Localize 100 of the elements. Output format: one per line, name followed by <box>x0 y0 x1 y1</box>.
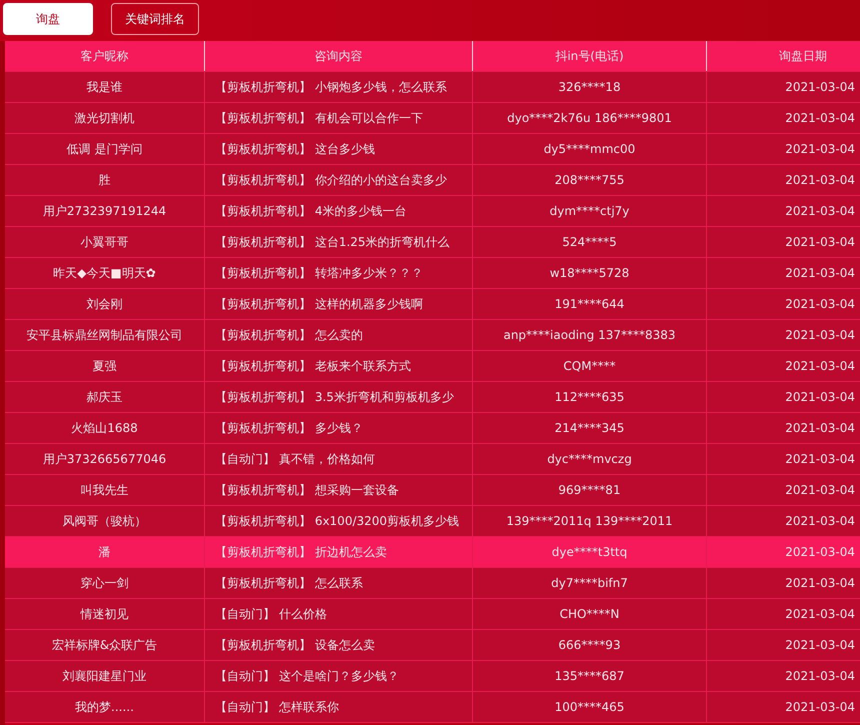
date-cell-text: 2021-03-04 <box>784 575 856 592</box>
date-cell-text: 2021-03-04 <box>784 482 856 499</box>
column-header: 客户昵称 <box>5 41 205 71</box>
contact-cell: dy5****mmc00 <box>473 134 707 164</box>
date-cell-text: 2021-03-04 <box>784 203 856 220</box>
contact-cell: 524****5 <box>473 227 707 257</box>
table-row[interactable]: 风阀哥（骏杭） 【剪板机折弯机】 6x100/3200剪板机多少钱 139****2011q 139****2011 2021-03-04 <box>5 506 860 537</box>
inquiry-content-cell: 【剪板机折弯机】 想采购一套设备 <box>205 475 473 505</box>
customer-name-cell: 郝庆玉 <box>5 382 205 412</box>
table-row[interactable]: 我是谁 【剪板机折弯机】 小钢炮多少钱，怎么联系 326****18 2021-03-04 <box>5 72 860 103</box>
customer-name-cell: 刘襄阳建星门业 <box>5 661 205 691</box>
customer-name-cell: 叫我先生 <box>5 475 205 505</box>
contact-cell: 112****635 <box>473 382 707 412</box>
contact-cell: w18****5728 <box>473 258 707 288</box>
contact-cell: 666****93 <box>473 630 707 660</box>
contact-cell: CHO****N <box>473 599 707 629</box>
date-cell-text: 2021-03-04 <box>784 110 856 127</box>
column-header: 抖in号(电话) <box>473 41 707 71</box>
date-cell-text: 2021-03-04 <box>784 172 856 189</box>
customer-name-cell: 火焰山1688 <box>5 413 205 443</box>
date-cell-text: 2021-03-04 <box>784 327 856 344</box>
date-cell-text: 2021-03-04 <box>784 606 856 623</box>
inquiry-content-cell: 【剪板机折弯机】 小钢炮多少钱，怎么联系 <box>205 72 473 102</box>
date-cell-text: 2021-03-04 <box>784 296 856 313</box>
tab[interactable]: 询盘 <box>3 3 93 35</box>
inquiry-content-cell: 【剪板机折弯机】 这台多少钱 <box>205 134 473 164</box>
contact-cell: dym****ctj7y <box>473 196 707 226</box>
customer-name-cell: 风阀哥（骏杭） <box>5 506 205 536</box>
contact-cell: 135****687 <box>473 661 707 691</box>
table-row[interactable]: 郝庆玉 【剪板机折弯机】 3.5米折弯机和剪板机多少 112****635 2021-03-04 <box>5 382 860 413</box>
customer-name-cell: 小翼哥哥 <box>5 227 205 257</box>
inquiry-content-cell: 【剪板机折弯机】 多少钱？ <box>205 413 473 443</box>
table-row[interactable]: 夏强 【剪板机折弯机】 老板来个联系方式 CQM**** 2021-03-04 <box>5 351 860 382</box>
inquiry-content-cell: 【剪板机折弯机】 6x100/3200剪板机多少钱 <box>205 506 473 536</box>
date-cell-text: 2021-03-04 <box>784 668 856 685</box>
table-row[interactable]: 穿心一剑 【剪板机折弯机】 怎么联系 dy7****bifn7 2021-03-04 <box>5 568 860 599</box>
date-cell-text: 2021-03-04 <box>784 234 856 251</box>
table-row[interactable]: 昨天◆今天■明天✿ 【剪板机折弯机】 转塔冲多少米？？？ w18****5728 2021-03-04 <box>5 258 860 289</box>
inquiry-content-cell: 【自动门】 怎样联系你 <box>205 692 473 722</box>
table-row[interactable]: 用户2732397191244 【剪板机折弯机】 4米的多少钱一台 dym****ctj7y 2021-03-04 <box>5 196 860 227</box>
inquiry-content-cell: 【自动门】 什么价格 <box>205 599 473 629</box>
column-header: 咨询内容 <box>205 41 473 71</box>
table-row[interactable]: 潘 【剪板机折弯机】 折边机怎么卖 dye****t3ttq 2021-03-04 <box>5 537 860 568</box>
table-row[interactable]: 小翼哥哥 【剪板机折弯机】 这台1.25米的折弯机什么 524****5 2021-03-04 <box>5 227 860 258</box>
customer-name-cell: 宏祥标牌&众联广告 <box>5 630 205 660</box>
contact-cell: 208****755 <box>473 165 707 195</box>
customer-name-cell: 低调 是门学问 <box>5 134 205 164</box>
contact-cell: 139****2011q 139****2011 <box>473 506 707 536</box>
customer-name-cell: 用户2732397191244 <box>5 196 205 226</box>
table-row[interactable]: 安平县标鼎丝网制品有限公司 【剪板机折弯机】 怎么卖的 anp****iaoding 137****8383 2021-03-04 <box>5 320 860 351</box>
customer-name-cell: 我是谁 <box>5 72 205 102</box>
contact-cell: 969****81 <box>473 475 707 505</box>
table-row[interactable]: 刘会刚 【剪板机折弯机】 这样的机器多少钱啊 191****644 2021-03-04 <box>5 289 860 320</box>
table-row[interactable]: 胜 【剪板机折弯机】 你介绍的小的这台卖多少 208****755 2021-03-04 <box>5 165 860 196</box>
table-row[interactable]: 火焰山1688 【剪板机折弯机】 多少钱？ 214****345 2021-03-04 <box>5 413 860 444</box>
date-cell-text: 2021-03-04 <box>784 141 856 158</box>
contact-cell: dy7****bifn7 <box>473 568 707 598</box>
date-cell-text: 2021-03-04 <box>784 544 856 561</box>
contact-cell: 191****644 <box>473 289 707 319</box>
inquiry-content-cell: 【剪板机折弯机】 转塔冲多少米？？？ <box>205 258 473 288</box>
table-row[interactable]: 情迷初见 【自动门】 什么价格 CHO****N 2021-03-04 <box>5 599 860 630</box>
table-row[interactable]: 叫我先生 【剪板机折弯机】 想采购一套设备 969****81 2021-03-04 <box>5 475 860 506</box>
contact-cell: 100****465 <box>473 692 707 722</box>
inquiry-content-cell: 【自动门】 这个是啥门？多少钱？ <box>205 661 473 691</box>
table-row[interactable]: 用户3732665677046 【自动门】 真不错，价格如何 dyc****mvczg 2021-03-04 <box>5 444 860 475</box>
contact-cell: 326****18 <box>473 72 707 102</box>
table-row[interactable]: 低调 是门学问 【剪板机折弯机】 这台多少钱 dy5****mmc00 2021-03-04 <box>5 134 860 165</box>
table-row[interactable]: 宏祥标牌&众联广告 【剪板机折弯机】 设备怎么卖 666****93 2021-03-04 <box>5 630 860 661</box>
table-row[interactable]: 激光切割机 【剪板机折弯机】 有机会可以合作一下 dyo****2k76u 186****9801 2021-03-04 <box>5 103 860 134</box>
date-cell-text: 2021-03-04 <box>784 699 856 716</box>
inquiry-content-cell: 【剪板机折弯机】 老板来个联系方式 <box>205 351 473 381</box>
tab[interactable]: 关键词排名 <box>111 3 199 35</box>
customer-name-cell: 胜 <box>5 165 205 195</box>
contact-cell: CQM**** <box>473 351 707 381</box>
contact-cell: 214****345 <box>473 413 707 443</box>
column-header: 询盘日期 <box>778 48 828 64</box>
date-cell-text: 2021-03-04 <box>784 513 856 530</box>
date-cell-text: 2021-03-04 <box>784 637 856 654</box>
date-cell-text: 2021-03-04 <box>784 451 856 468</box>
date-cell-text: 2021-03-04 <box>784 79 856 96</box>
contact-cell: dyc****mvczg <box>473 444 707 474</box>
inquiry-content-cell: 【剪板机折弯机】 4米的多少钱一台 <box>205 196 473 226</box>
inquiry-content-cell: 【剪板机折弯机】 怎么联系 <box>205 568 473 598</box>
contact-cell: dye****t3ttq <box>473 537 707 567</box>
table-row[interactable]: 刘襄阳建星门业 【自动门】 这个是啥门？多少钱？ 135****687 2021-03-04 <box>5 661 860 692</box>
customer-name-cell: 潘 <box>5 537 205 567</box>
customer-name-cell: 情迷初见 <box>5 599 205 629</box>
date-cell-text: 2021-03-04 <box>784 265 856 282</box>
inquiry-content-cell: 【剪板机折弯机】 3.5米折弯机和剪板机多少 <box>205 382 473 412</box>
customer-name-cell: 穿心一剑 <box>5 568 205 598</box>
customer-name-cell: 我的梦...... <box>5 692 205 722</box>
inquiry-content-cell: 【剪板机折弯机】 折边机怎么卖 <box>205 537 473 567</box>
customer-name-cell: 激光切割机 <box>5 103 205 133</box>
inquiry-content-cell: 【剪板机折弯机】 有机会可以合作一下 <box>205 103 473 133</box>
table-row[interactable]: 我的梦...... 【自动门】 怎样联系你 100****465 2021-03-04 <box>5 692 860 723</box>
customer-name-cell: 刘会刚 <box>5 289 205 319</box>
customer-name-cell: 安平县标鼎丝网制品有限公司 <box>5 320 205 350</box>
date-cell-text: 2021-03-04 <box>784 358 856 375</box>
date-cell-text: 2021-03-04 <box>784 420 856 437</box>
contact-cell: anp****iaoding 137****8383 <box>473 320 707 350</box>
